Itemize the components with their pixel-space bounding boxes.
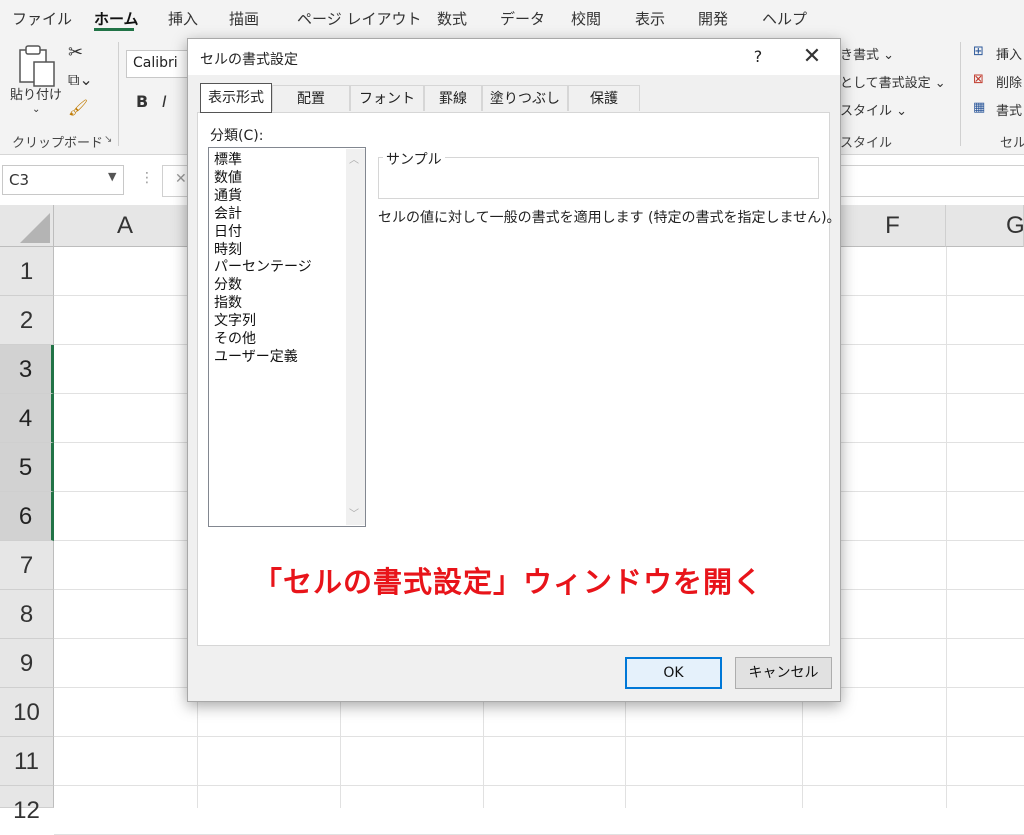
delete-cells-button[interactable]: 削除 [996,72,1022,91]
scroll-down-icon[interactable]: ﹀ [349,505,359,520]
row-header[interactable]: 9 [0,639,54,688]
paste-label: 貼り付け [10,88,63,103]
ribbon-divider [960,42,961,146]
copy-icon[interactable]: ⧉⌄ [68,70,93,90]
row-header[interactable]: 2 [0,296,54,345]
menu-page-layout[interactable]: ページ レイアウト [297,8,421,29]
row-header[interactable]: 3 [0,345,54,394]
format-painter-icon[interactable]: 🖌 [68,98,88,117]
category-list[interactable]: 標準 数値 通貨 会計 日付 時刻 パーセンテージ 分数 指数 文字列 その他 ユーザー定義 ︿ ﹀ [208,147,366,527]
menu-data[interactable]: データ [500,8,545,29]
category-label: 分類(C): [210,128,264,144]
italic-button[interactable]: I [162,92,167,111]
category-list-item[interactable]: ユーザー定義 [214,348,298,366]
bold-button[interactable]: B [136,92,148,111]
menu-help[interactable]: ヘルプ [762,8,807,29]
font-name-input[interactable]: Calibri [126,50,188,78]
grid-column-line [946,247,947,808]
category-list-item[interactable]: パーセンテージ [214,258,312,276]
cancel-icon: ✕ [175,171,187,187]
format-as-table-button[interactable]: として書式設定 ⌄ [840,72,946,91]
category-list-item[interactable]: 会計 [214,205,242,223]
row-header[interactable]: 1 [0,247,54,296]
sample-label: サンプル [383,149,445,169]
active-tab-indicator [94,28,134,31]
close-button[interactable]: ✕ [798,43,826,71]
row-header[interactable]: 5 [0,443,54,492]
tab-border[interactable]: 罫線 [424,85,482,111]
name-box[interactable]: C3 [2,165,124,195]
select-all-triangle-icon [20,213,50,243]
row-header[interactable]: 10 [0,688,54,737]
ok-button[interactable]: OK [625,657,722,689]
grid-row-line [54,785,1024,786]
chevron-down-icon[interactable]: ⌄ [32,104,40,115]
menu-bar: ファイル ホーム 挿入 描画 ページ レイアウト 数式 データ 校閲 表示 開発… [0,0,1024,36]
dialog-title: セルの書式設定 [200,52,298,68]
category-list-item[interactable]: 指数 [214,294,242,312]
ribbon-divider [118,42,119,146]
category-list-item[interactable]: 数値 [214,169,242,187]
select-all-button[interactable] [0,205,54,247]
cells-group-label: セル [1000,136,1024,151]
row-header[interactable]: 6 [0,492,54,541]
menu-file[interactable]: ファイル [12,8,72,29]
row-header[interactable]: 11 [0,737,54,786]
insert-cells-icon: ⊞ [973,44,984,59]
tab-protection[interactable]: 保護 [568,85,640,111]
name-box-dropdown-icon[interactable]: ▼ [108,170,116,183]
delete-cells-icon: ⊠ [973,72,984,87]
format-cells-button[interactable]: 書式 [996,100,1022,119]
category-list-item[interactable]: その他 [214,330,256,348]
dialog-launcher-icon[interactable]: ↘ [104,134,112,145]
category-list-item[interactable]: 分数 [214,276,242,294]
styles-group-label: スタイル [840,136,893,151]
row-header[interactable]: 4 [0,394,54,443]
category-list-item[interactable]: 文字列 [214,312,256,330]
annotation-caption: 「セルの書式設定」ウィンドウを開く [252,565,763,599]
column-header-f[interactable]: F [840,205,946,247]
cancel-button[interactable]: キャンセル [735,657,832,689]
cell-styles-button[interactable]: スタイル ⌄ [840,100,907,119]
menu-view[interactable]: 表示 [635,8,665,29]
formula-input[interactable] [840,165,1024,197]
scroll-up-icon[interactable]: ︿ [349,151,359,166]
menu-developer[interactable]: 開発 [698,8,728,29]
category-list-item[interactable]: 日付 [214,223,242,241]
menu-review[interactable]: 校閲 [571,8,601,29]
format-cells-dialog: セルの書式設定 ? ✕ 表示形式 配置 フォント 罫線 塗りつぶし 保護 分類(… [187,38,841,702]
menu-home[interactable]: ホーム [94,8,139,29]
formula-bar-grip-icon: ⋮ [140,170,154,186]
category-list-item[interactable]: 時刻 [214,241,242,259]
column-header-g[interactable]: G [946,205,1024,247]
tab-font[interactable]: フォント [350,85,424,111]
menu-insert[interactable]: 挿入 [168,8,198,29]
grid-row-line [54,736,1024,737]
tab-number[interactable]: 表示形式 [200,83,272,113]
category-scrollbar[interactable]: ︿ ﹀ [346,149,365,525]
tab-alignment[interactable]: 配置 [272,85,350,111]
row-header[interactable]: 12 [0,786,54,824]
format-description: セルの値に対して一般の書式を適用します (特定の書式を指定しません)。 [378,210,841,226]
insert-cells-button[interactable]: 挿入 [996,44,1022,63]
cut-icon[interactable]: ✂ [68,42,83,63]
conditional-format-button[interactable]: き書式 ⌄ [840,44,894,63]
column-header-a[interactable]: A [54,205,197,247]
menu-formulas[interactable]: 数式 [437,8,467,29]
tab-fill[interactable]: 塗りつぶし [482,85,568,111]
category-list-item[interactable]: 通貨 [214,187,242,205]
menu-draw[interactable]: 描画 [229,8,259,29]
clipboard-group-label: クリップボード [12,136,104,151]
paste-icon [19,45,55,87]
row-header[interactable]: 7 [0,541,54,590]
row-header[interactable]: 8 [0,590,54,639]
help-button[interactable]: ? [748,45,768,69]
format-cells-icon: ▦ [973,100,986,115]
category-list-item[interactable]: 標準 [214,151,242,169]
